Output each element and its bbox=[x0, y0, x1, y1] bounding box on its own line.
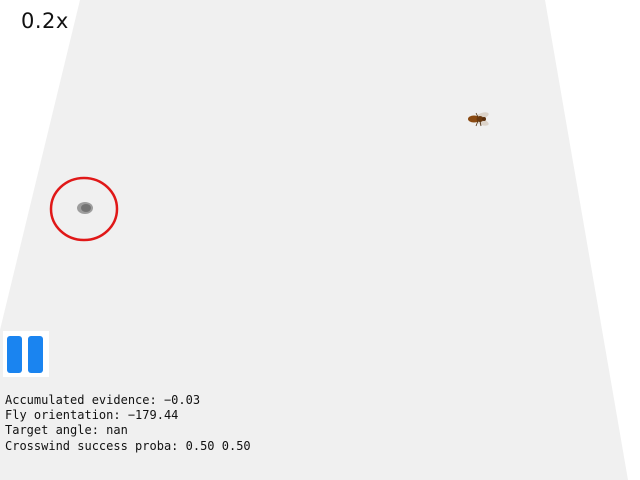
fly-head bbox=[482, 117, 486, 121]
crosswind-success-readout: Crosswind success proba: 0.50 0.50 bbox=[5, 439, 251, 454]
playback-speed-label: 0.2x bbox=[21, 9, 69, 33]
readout-label: Accumulated evidence: bbox=[5, 393, 157, 407]
accumulated-evidence-readout: Accumulated evidence: −0.03 bbox=[5, 393, 251, 408]
readout-label: Fly orientation: bbox=[5, 408, 121, 423]
pause-icon-bar-right bbox=[28, 336, 43, 373]
readout-value: −179.44 bbox=[127, 408, 179, 423]
odor-target-spot-core bbox=[81, 204, 91, 212]
readout-label: Target angle: bbox=[5, 423, 99, 438]
readout-value: 0.50 0.50 bbox=[185, 438, 251, 453]
pause-button[interactable] bbox=[3, 331, 49, 377]
readout-label: Crosswind success proba: bbox=[5, 438, 179, 453]
readout-value: nan bbox=[106, 423, 128, 438]
status-readout: Accumulated evidence: −0.03 Fly orientat… bbox=[5, 393, 251, 454]
target-angle-readout: Target angle: nan bbox=[5, 423, 251, 438]
pause-icon-bar-left bbox=[7, 336, 22, 373]
fly-orientation-readout: Fly orientation: −179.44 bbox=[5, 408, 251, 423]
readout-value: −0.03 bbox=[163, 393, 201, 407]
